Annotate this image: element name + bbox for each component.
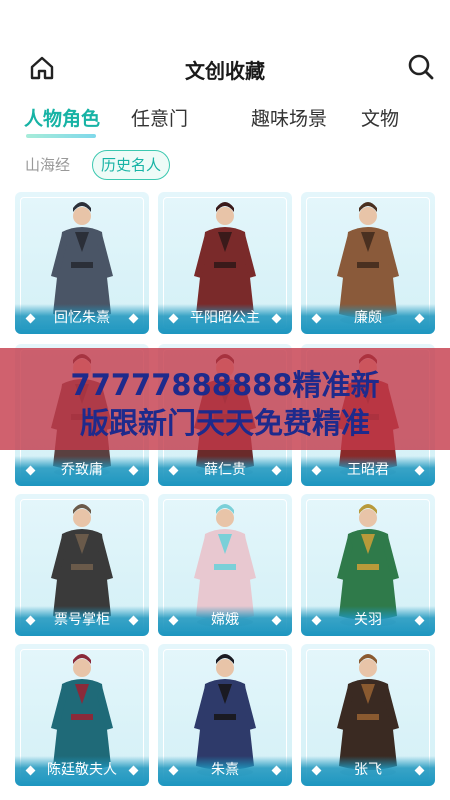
tab-relics[interactable]: 文物 xyxy=(361,104,399,131)
character-card[interactable]: 朱熹 xyxy=(158,644,292,786)
subtab-historical-figures[interactable]: 历史名人 xyxy=(92,150,171,180)
character-name: 平阳昭公主 xyxy=(190,310,260,326)
overlay-banner: 77777888888精准新 版跟新门天天免费精准 xyxy=(0,348,450,450)
character-name: 关羽 xyxy=(354,612,382,628)
category-tabs: 人物角色 任意门 趣味场景 文物 xyxy=(0,104,450,140)
character-name: 廉颇 xyxy=(354,310,382,326)
character-card[interactable]: 平阳昭公主 xyxy=(158,192,292,334)
app-header: 文创收藏 xyxy=(0,0,450,100)
search-icon xyxy=(408,54,434,80)
character-card[interactable]: 陈廷敬夫人 xyxy=(15,644,149,786)
subtab-shanhaijing[interactable]: 山海经 xyxy=(25,154,70,175)
character-card[interactable]: 廉颇 xyxy=(301,192,435,334)
character-name: 王昭君 xyxy=(347,462,389,478)
tab-fun-scenes[interactable]: 趣味场景 xyxy=(251,104,327,131)
character-name: 嫦娥 xyxy=(211,612,239,628)
tab-anywhere-door[interactable]: 任意门 xyxy=(131,104,188,131)
character-card[interactable]: 回忆朱熹 xyxy=(15,192,149,334)
banner-line-1: 77777888888精准新 xyxy=(70,368,380,402)
character-card[interactable]: 张飞 xyxy=(301,644,435,786)
character-name: 张飞 xyxy=(354,762,382,778)
page-title: 文创收藏 xyxy=(185,59,265,83)
character-name: 回忆朱熹 xyxy=(54,310,110,326)
character-name: 朱熹 xyxy=(211,762,239,778)
character-name: 票号掌柜 xyxy=(54,612,110,628)
active-tab-indicator xyxy=(26,134,96,138)
character-card[interactable]: 票号掌柜 xyxy=(15,494,149,636)
character-name: 陈廷敬夫人 xyxy=(47,762,117,778)
character-card[interactable]: 嫦娥 xyxy=(158,494,292,636)
character-name: 薛仁贵 xyxy=(204,462,246,478)
banner-line-2: 版跟新门天天免费精准 xyxy=(79,406,370,440)
character-card[interactable]: 关羽 xyxy=(301,494,435,636)
tab-characters[interactable]: 人物角色 xyxy=(24,104,100,131)
subcategory-tabs: 山海经 历史名人 xyxy=(0,150,450,182)
character-name: 乔致庸 xyxy=(61,462,103,478)
search-button[interactable] xyxy=(406,52,436,82)
